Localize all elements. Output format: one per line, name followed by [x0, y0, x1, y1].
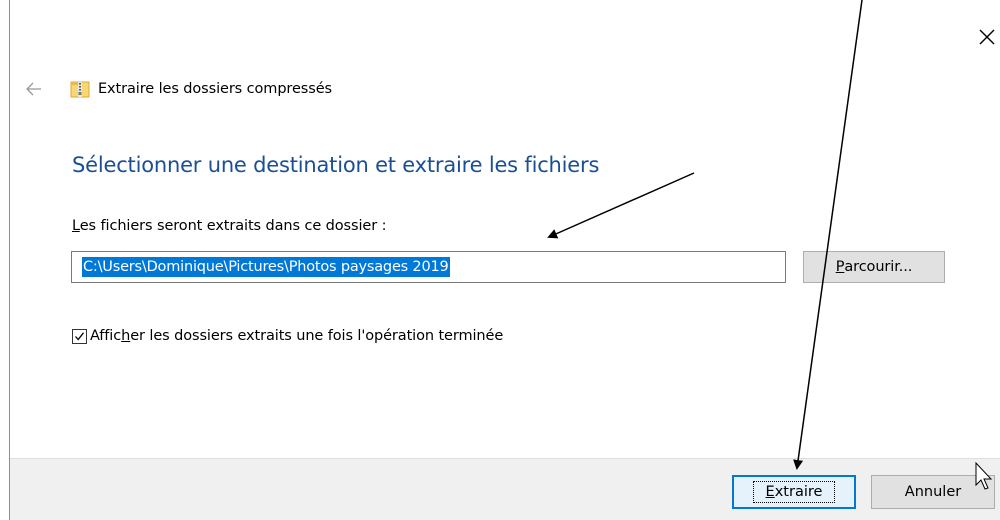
browse-button-accesskey: P [835, 259, 845, 275]
show-extracted-checkbox-row[interactable]: Afficher les dossiers extraits une fois … [72, 328, 503, 344]
show-extracted-label-a: Affic [90, 328, 122, 344]
dialog-title: Extraire les dossiers compressés [98, 81, 332, 97]
extract-button-focus: Extraire [752, 481, 836, 503]
destination-path-value: C:\Users\Dominique\Pictures\Photos paysa… [82, 257, 450, 277]
destination-path-input[interactable]: C:\Users\Dominique\Pictures\Photos paysa… [71, 251, 786, 283]
back-arrow-icon[interactable] [24, 79, 44, 99]
checkmark-icon [75, 331, 85, 341]
browse-button-label: arcourir... [844, 259, 913, 275]
mouse-cursor-icon [975, 462, 993, 490]
extract-button-label: xtraire [774, 484, 823, 500]
title-row: Extraire les dossiers compressés [24, 76, 332, 102]
close-button[interactable] [972, 22, 1000, 50]
show-extracted-checkbox[interactable] [72, 328, 87, 344]
extract-button[interactable]: Extraire [732, 475, 856, 509]
window-left-border [9, 0, 10, 520]
show-extracted-label-c: er les dossiers extraits une fois l'opér… [130, 328, 504, 344]
extract-button-accesskey: E [765, 484, 775, 500]
browse-button[interactable]: Parcourir... [803, 251, 945, 283]
close-icon [979, 29, 995, 45]
show-extracted-label: Afficher les dossiers extraits une fois … [90, 328, 503, 344]
page-heading: Sélectionner une destination et extraire… [72, 153, 600, 177]
annotation-arrow-to-path [547, 172, 695, 239]
zip-folder-icon [70, 81, 90, 98]
annotation-arrow-to-extract [793, 0, 863, 470]
show-extracted-label-accesskey: h [121, 328, 131, 344]
destination-label-text: es fichiers seront extraits dans ce doss… [79, 218, 387, 234]
cancel-button-label: Annuler [904, 484, 962, 500]
extract-dialog: Extraire les dossiers compressés Sélecti… [0, 0, 1000, 520]
destination-label-accesskey: L [72, 218, 80, 234]
destination-label: Les fichiers seront extraits dans ce dos… [72, 218, 386, 234]
